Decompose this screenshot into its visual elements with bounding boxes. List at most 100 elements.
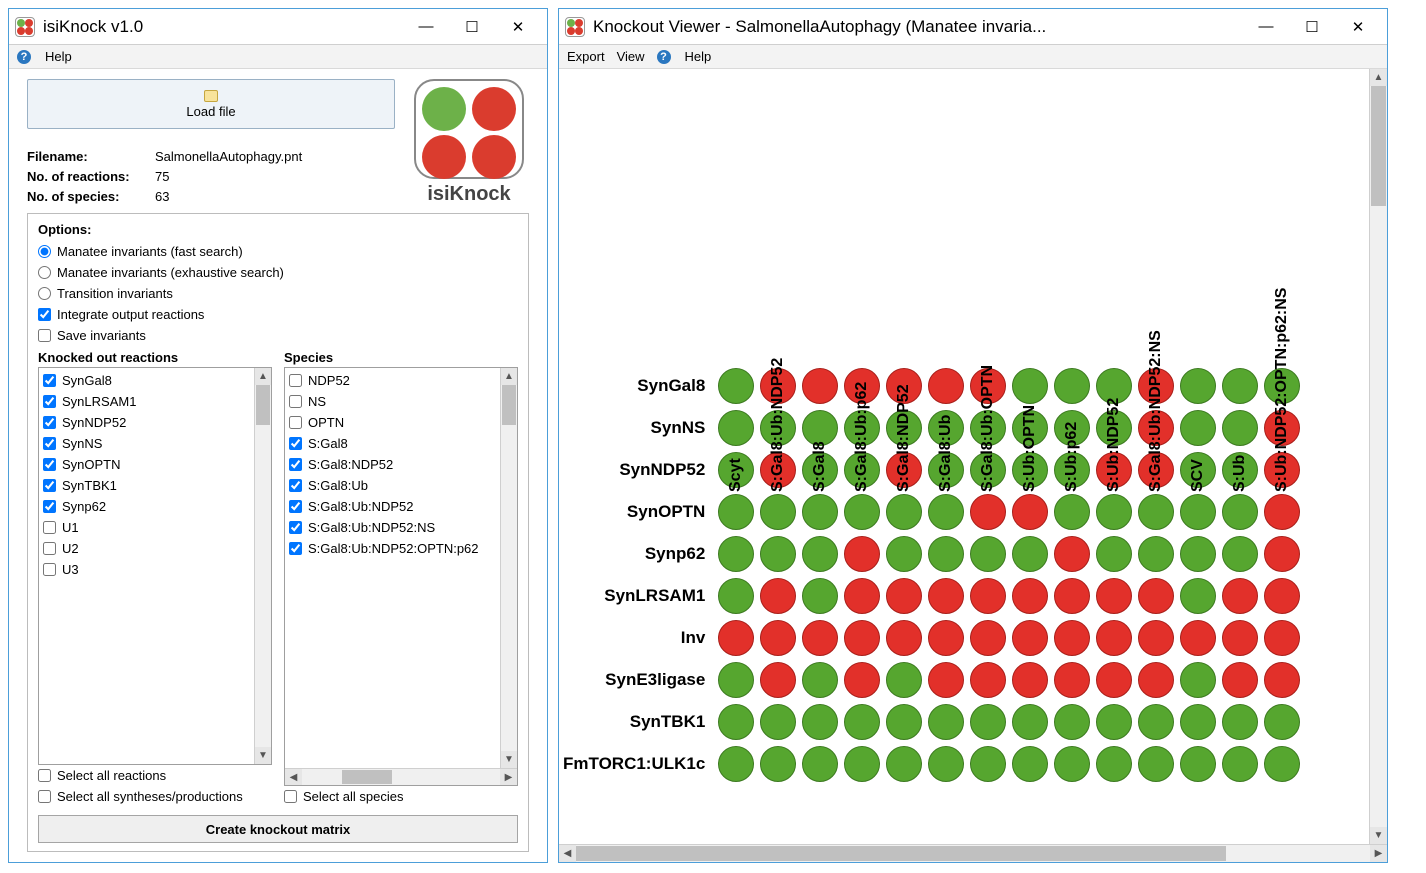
check-select-all-syntheses[interactable]: Select all syntheses/productions: [38, 786, 272, 807]
reaction-item[interactable]: U1: [43, 517, 250, 538]
species-scrollbar[interactable]: ▲ ▼: [500, 368, 517, 768]
matrix-cell[interactable]: [1096, 662, 1132, 698]
matrix-cell[interactable]: [718, 620, 754, 656]
matrix-cell[interactable]: [928, 704, 964, 740]
matrix-cell[interactable]: [970, 704, 1006, 740]
reaction-item[interactable]: SynOPTN: [43, 454, 250, 475]
matrix-cell[interactable]: [928, 620, 964, 656]
matrix-cell[interactable]: [1054, 662, 1090, 698]
matrix-cell[interactable]: [1222, 662, 1258, 698]
matrix-cell[interactable]: [1264, 704, 1300, 740]
matrix-cell[interactable]: [1096, 746, 1132, 782]
check-integrate-output[interactable]: Integrate output reactions: [38, 304, 518, 325]
matrix-cell[interactable]: [928, 746, 964, 782]
matrix-cell[interactable]: [1222, 620, 1258, 656]
matrix-cell[interactable]: [802, 536, 838, 572]
species-item[interactable]: OPTN: [289, 412, 496, 433]
reaction-item[interactable]: SynNS: [43, 433, 250, 454]
scroll-up-icon[interactable]: ▲: [1370, 69, 1387, 86]
matrix-cell[interactable]: [1012, 494, 1048, 530]
matrix-cell[interactable]: [760, 662, 796, 698]
matrix-cell[interactable]: [1012, 746, 1048, 782]
matrix-cell[interactable]: [1138, 662, 1174, 698]
species-item[interactable]: S:Gal8:NDP52: [289, 454, 496, 475]
viewer-vscrollbar[interactable]: ▲ ▼: [1369, 69, 1387, 844]
matrix-cell[interactable]: [886, 578, 922, 614]
species-item[interactable]: S:Gal8:Ub: [289, 475, 496, 496]
reactions-scrollbar[interactable]: ▲ ▼: [254, 368, 271, 764]
species-item[interactable]: S:Gal8: [289, 433, 496, 454]
matrix-cell[interactable]: [970, 494, 1006, 530]
matrix-cell[interactable]: [1054, 704, 1090, 740]
matrix-cell[interactable]: [886, 746, 922, 782]
matrix-cell[interactable]: [1012, 620, 1048, 656]
species-item[interactable]: S:Gal8:Ub:NDP52:NS: [289, 517, 496, 538]
menu-export[interactable]: Export: [567, 49, 605, 64]
matrix-cell[interactable]: [970, 536, 1006, 572]
matrix-cell[interactable]: [1222, 536, 1258, 572]
matrix-cell[interactable]: [844, 662, 880, 698]
matrix-cell[interactable]: [718, 494, 754, 530]
matrix-cell[interactable]: [886, 494, 922, 530]
scroll-right-icon[interactable]: ▶: [1370, 845, 1387, 862]
minimize-button[interactable]: —: [403, 11, 449, 43]
matrix-cell[interactable]: [844, 578, 880, 614]
matrix-cell[interactable]: [802, 620, 838, 656]
matrix-cell[interactable]: [844, 746, 880, 782]
matrix-cell[interactable]: [1222, 578, 1258, 614]
scroll-down-icon[interactable]: ▼: [501, 751, 517, 768]
matrix-cell[interactable]: [1138, 746, 1174, 782]
matrix-cell[interactable]: [970, 662, 1006, 698]
matrix-cell[interactable]: [802, 494, 838, 530]
species-item[interactable]: NDP52: [289, 370, 496, 391]
reaction-item[interactable]: SynTBK1: [43, 475, 250, 496]
maximize-button[interactable]: ☐: [449, 11, 495, 43]
check-select-all-reactions[interactable]: Select all reactions: [38, 765, 272, 786]
matrix-cell[interactable]: [844, 704, 880, 740]
matrix-cell[interactable]: [1264, 578, 1300, 614]
matrix-cell[interactable]: [844, 620, 880, 656]
matrix-cell[interactable]: [1012, 662, 1048, 698]
matrix-cell[interactable]: [760, 704, 796, 740]
matrix-cell[interactable]: [886, 704, 922, 740]
radio-transition-invariants[interactable]: Transition invariants: [38, 283, 518, 304]
matrix-cell[interactable]: [928, 494, 964, 530]
matrix-cell[interactable]: [970, 746, 1006, 782]
matrix-cell[interactable]: [760, 578, 796, 614]
matrix-cell[interactable]: [1222, 494, 1258, 530]
scroll-left-icon[interactable]: ◀: [285, 769, 302, 785]
matrix-cell[interactable]: [802, 746, 838, 782]
matrix-cell[interactable]: [760, 536, 796, 572]
scroll-down-icon[interactable]: ▼: [1370, 827, 1387, 844]
scroll-down-icon[interactable]: ▼: [255, 747, 271, 764]
scroll-right-icon[interactable]: ▶: [500, 769, 517, 785]
species-item[interactable]: NS: [289, 391, 496, 412]
matrix-cell[interactable]: [718, 578, 754, 614]
matrix-cell[interactable]: [1054, 578, 1090, 614]
matrix-cell[interactable]: [844, 536, 880, 572]
matrix-cell[interactable]: [1222, 746, 1258, 782]
matrix-cell[interactable]: [1012, 536, 1048, 572]
matrix-cell[interactable]: [1138, 704, 1174, 740]
matrix-cell[interactable]: [1054, 494, 1090, 530]
reaction-item[interactable]: SynGal8: [43, 370, 250, 391]
matrix-cell[interactable]: [928, 578, 964, 614]
species-item[interactable]: S:Gal8:Ub:NDP52: [289, 496, 496, 517]
radio-fast-search[interactable]: Manatee invariants (fast search): [38, 241, 518, 262]
matrix-cell[interactable]: [718, 662, 754, 698]
load-file-button[interactable]: Load file: [27, 79, 395, 129]
matrix-cell[interactable]: [928, 662, 964, 698]
matrix-cell[interactable]: [886, 620, 922, 656]
matrix-cell[interactable]: [802, 662, 838, 698]
matrix-cell[interactable]: [1138, 578, 1174, 614]
scroll-left-icon[interactable]: ◀: [559, 845, 576, 862]
matrix-cell[interactable]: [1264, 536, 1300, 572]
matrix-cell[interactable]: [1012, 578, 1048, 614]
matrix-cell[interactable]: [1138, 494, 1174, 530]
matrix-cell[interactable]: [1264, 746, 1300, 782]
reaction-item[interactable]: U2: [43, 538, 250, 559]
matrix-cell[interactable]: [802, 704, 838, 740]
matrix-cell[interactable]: [1180, 578, 1216, 614]
matrix-cell[interactable]: [718, 536, 754, 572]
matrix-cell[interactable]: [1180, 746, 1216, 782]
